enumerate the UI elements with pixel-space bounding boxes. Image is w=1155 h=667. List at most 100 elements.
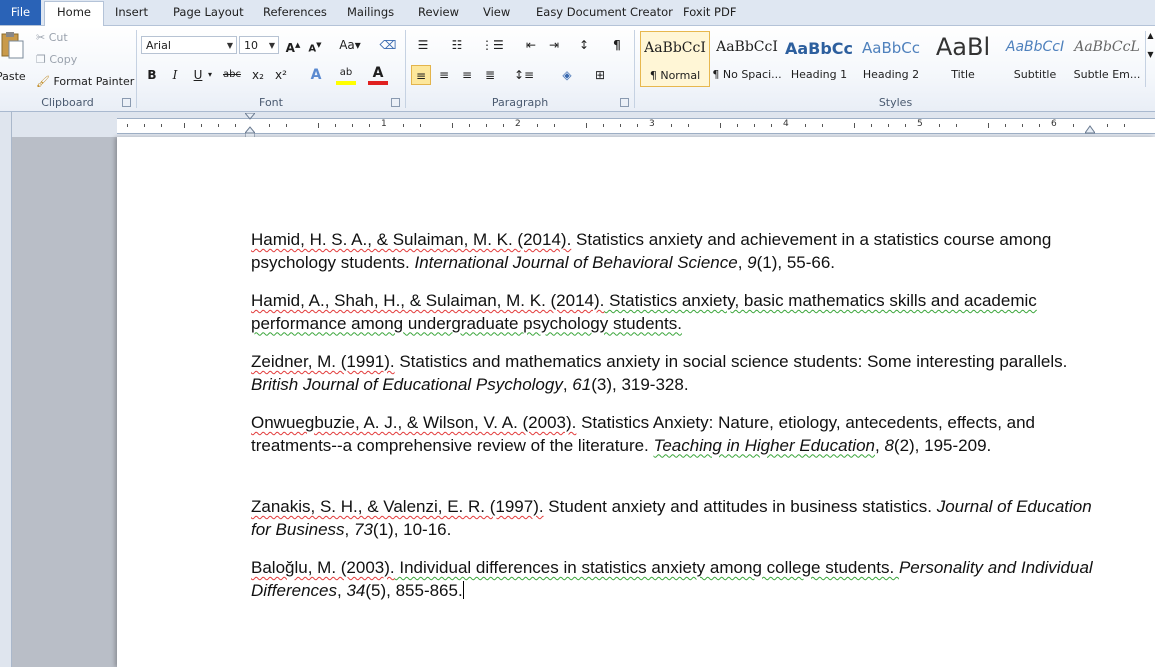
ruler-tick <box>161 124 162 127</box>
align-left-icon[interactable]: ≡ <box>411 65 431 85</box>
chevron-down-icon[interactable]: ▾ <box>205 65 215 85</box>
font-launcher-icon[interactable] <box>391 98 400 107</box>
shading-icon[interactable]: ◈ <box>557 65 577 85</box>
reference-entry[interactable]: Baloğlu, M. (2003). Individual differenc… <box>251 557 1101 602</box>
font-family-select[interactable]: Arial ▼ <box>141 36 237 54</box>
style-no-spacing[interactable]: AaBbCcI ¶ No Spaci... <box>712 31 782 87</box>
format-painter-button[interactable]: 🖌 Format Painter <box>36 75 134 88</box>
style-normal[interactable]: AaBbCcI ¶ Normal <box>640 31 710 87</box>
subscript-button[interactable]: x₂ <box>248 65 268 85</box>
reference-journal: International Journal of Behavioral Scie… <box>414 252 738 272</box>
style-subtle-emphasis[interactable]: AaBbCcL Subtle Em... <box>1072 31 1142 87</box>
align-right-icon[interactable]: ≡ <box>457 65 477 85</box>
strikethrough-button[interactable]: abc <box>222 65 242 85</box>
ruler-number: 4 <box>783 119 789 129</box>
tab-foxit-pdf[interactable]: Foxit PDF <box>683 2 736 24</box>
italic-button[interactable]: I <box>165 65 185 85</box>
style-sample: AaBbCcI <box>716 39 778 55</box>
ruler-tick <box>318 123 319 128</box>
copy-button[interactable]: ❐ Copy <box>36 53 77 66</box>
show-formatting-marks-icon[interactable]: ¶ <box>607 35 627 55</box>
font-size-value: 10 <box>244 39 258 52</box>
group-divider <box>405 30 406 108</box>
highlight-button[interactable]: ab <box>336 65 356 85</box>
chevron-down-icon: ▼ <box>268 41 275 50</box>
reference-entry[interactable]: Hamid, A., Shah, H., & Sulaiman, M. K. (… <box>251 290 1101 335</box>
reference-entry[interactable]: Hamid, H. S. A., & Sulaiman, M. K. (2014… <box>251 229 1101 274</box>
numbering-icon[interactable]: ☷ <box>447 35 467 55</box>
paste-button[interactable]: Paste <box>0 30 26 88</box>
ruler-tick <box>352 124 353 127</box>
paragraph-launcher-icon[interactable] <box>620 98 629 107</box>
tab-view[interactable]: View <box>483 2 510 24</box>
ruler-tick <box>201 124 202 127</box>
style-name: Subtle Em... <box>1073 68 1141 81</box>
style-name: ¶ No Spaci... <box>712 68 782 81</box>
reference-volume: 9 <box>747 252 757 272</box>
style-heading-2[interactable]: AaBbCc Heading 2 <box>856 31 926 87</box>
text-effects-button[interactable]: A <box>306 65 326 85</box>
group-divider <box>136 30 137 108</box>
style-subtitle[interactable]: AaBbCcI Subtitle <box>1000 31 1070 87</box>
font-size-select[interactable]: 10 ▼ <box>239 36 279 54</box>
superscript-button[interactable]: x² <box>271 65 291 85</box>
style-name: Heading 1 <box>790 68 848 81</box>
style-heading-1[interactable]: AaBbCc Heading 1 <box>784 31 854 87</box>
sort-icon[interactable]: ↕ <box>574 35 594 55</box>
tab-references[interactable]: References <box>263 2 327 24</box>
reference-entry[interactable]: Zanakis, S. H., & Valenzi, E. R. (1997).… <box>251 496 1101 541</box>
style-name: Subtitle <box>1013 68 1057 81</box>
tab-file[interactable]: File <box>0 0 41 25</box>
vertical-ruler <box>0 112 12 667</box>
reference-entry[interactable]: Zeidner, M. (1991). Statistics and mathe… <box>251 351 1101 396</box>
chevron-down-icon: ▼ <box>226 41 233 50</box>
ruler-tick <box>603 124 604 127</box>
clipboard-launcher-icon[interactable] <box>122 98 131 107</box>
ruler-number: 1 <box>381 119 387 129</box>
ruler-tick <box>537 124 538 127</box>
reference-volume: 34 <box>346 580 366 600</box>
chevron-down-icon[interactable]: ▼ <box>1146 50 1155 59</box>
bullets-icon[interactable]: ☰ <box>413 35 433 55</box>
tab-home[interactable]: Home <box>44 1 104 26</box>
shrink-font-button[interactable]: A▼ <box>305 35 325 55</box>
tab-review[interactable]: Review <box>418 2 459 24</box>
group-divider <box>634 30 635 108</box>
increase-indent-icon[interactable]: ⇥ <box>544 35 564 55</box>
reference-title: Statistics and mathematics anxiety in so… <box>394 352 1068 371</box>
reference-entry[interactable]: Onwuegbuzie, A. J., & Wilson, V. A. (200… <box>251 412 1101 457</box>
ruler-tick <box>486 124 487 127</box>
styles-group-label: Styles <box>878 96 913 109</box>
tab-page-layout[interactable]: Page Layout <box>173 2 244 24</box>
align-center-icon[interactable]: ≡ <box>434 65 454 85</box>
styles-scroll[interactable]: ▲ ▼ <box>1145 31 1155 87</box>
style-name: Heading 2 <box>862 68 920 81</box>
multilevel-list-icon[interactable]: ⋮☰ <box>481 35 504 55</box>
ruler-area: 1 2 3 4 5 6 <box>0 112 1155 139</box>
decrease-indent-icon[interactable]: ⇤ <box>521 35 541 55</box>
clear-formatting-button[interactable]: ⌫ <box>378 35 398 55</box>
tab-easy-document-creator[interactable]: Easy Document Creator <box>536 2 673 24</box>
horizontal-ruler[interactable]: 1 2 3 4 5 6 <box>117 113 1155 139</box>
bold-button[interactable]: B <box>142 65 162 85</box>
ruler-number: 6 <box>1051 119 1057 129</box>
change-case-button[interactable]: Aa▾ <box>337 35 363 55</box>
ruler-tick <box>637 124 638 127</box>
document-page[interactable]: Hamid, H. S. A., & Sulaiman, M. K. (2014… <box>117 137 1155 667</box>
chevron-up-icon[interactable]: ▲ <box>1146 31 1155 40</box>
cut-button[interactable]: ✂ Cut <box>36 31 68 44</box>
line-spacing-icon[interactable]: ↕≡ <box>514 65 534 85</box>
justify-icon[interactable]: ≣ <box>480 65 500 85</box>
borders-icon[interactable]: ⊞ <box>590 65 610 85</box>
subscript-icon: x₂ <box>252 68 264 82</box>
paragraph-group-label: Paragraph <box>491 96 549 109</box>
ruler-tick <box>184 123 185 128</box>
font-color-button[interactable]: A <box>368 65 388 85</box>
grow-font-button[interactable]: A▲ <box>283 35 303 55</box>
style-title[interactable]: AaBl Title <box>928 31 998 87</box>
right-indent-marker-icon[interactable] <box>1085 125 1095 134</box>
tab-insert[interactable]: Insert <box>115 2 148 24</box>
ruler-tick <box>144 124 145 127</box>
tab-mailings[interactable]: Mailings <box>347 2 394 24</box>
indent-marker-icon[interactable] <box>245 113 255 139</box>
